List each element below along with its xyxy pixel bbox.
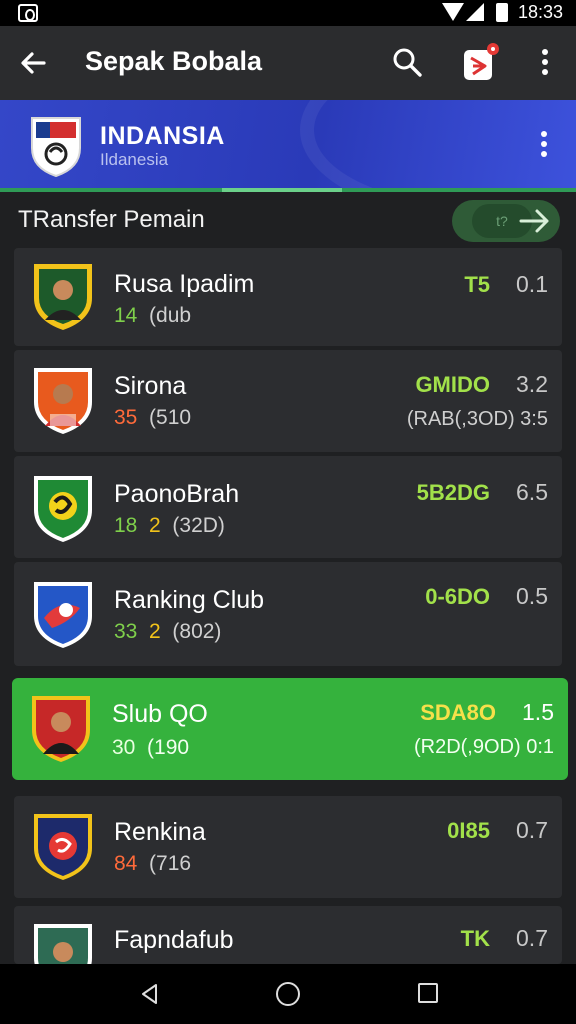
player-name: Slub QO [112,700,208,728]
nav-home-icon[interactable] [276,982,300,1006]
club-name: INDANSIA [100,122,225,150]
player-code: 5B2DG [416,480,490,505]
player-rating: 0.7 [516,817,548,843]
player-name: PaonoBrah [114,480,240,508]
player-name: Ranking Club [114,586,265,614]
club-crest-icon [31,117,81,178]
player-stats: 84 (716 [114,852,192,875]
player-stats: 18 2 (32D) [114,514,225,537]
player-stats: 35 (510 [114,406,192,429]
player-stats: 30 (190 [112,736,190,759]
player-crest-icon [34,264,92,330]
player-card-selected[interactable]: Slub QO 30 (190 SDA8O 1.5 (R2D(,9OD) 0:1 [12,678,568,780]
player-name: Renkina [114,818,206,846]
player-name: Sirona [114,372,187,400]
player-code: T5 [464,272,490,297]
status-bar: 18:33 [0,0,576,26]
app-title: Sepak Bobala [85,46,263,76]
player-rating: 1.5 [522,699,554,725]
search-icon[interactable] [390,45,424,79]
player-card[interactable]: PaonoBrah 18 2 (32D) 5B2DG 6.5 [14,456,562,558]
club-banner[interactable]: INDANSIA Ildanesia [0,100,576,192]
more-options-icon[interactable] [530,46,560,80]
player-rating: 3.2 [516,371,548,397]
player-transfer-detail: (R2D(,9OD) 0:1 [413,736,554,758]
wifi-icon [442,3,464,21]
player-card[interactable]: Sirona 35 (510 GMIDO 3.2 (RAB(,3OD) 3:5 [14,350,562,452]
nav-recents-icon[interactable] [418,983,438,1003]
player-stats: 14 (dub [114,304,192,327]
player-name: Fapndafub [114,926,234,954]
back-arrow-icon[interactable] [16,46,50,80]
player-code: GMIDO [415,372,490,397]
player-crest-icon [34,368,92,434]
system-nav-bar [0,964,576,1024]
player-crest-icon [34,814,92,880]
player-card[interactable]: Renkina 84 (716 0I85 0.7 [14,796,562,898]
player-stats: 33 2 (802) [114,620,222,643]
player-crest-icon [34,924,92,964]
nav-back-icon[interactable] [138,982,162,1006]
player-card[interactable]: Fapndafub TK 0.7 [14,906,562,964]
player-code: SDA8O [420,700,496,725]
screenshot-notification-icon [18,4,38,22]
player-crest-icon [34,582,92,648]
arrow-right-icon [519,209,549,233]
tab-indicator [222,188,342,192]
player-name: Rusa Ipadim [114,270,255,298]
notifications-share-icon[interactable] [460,40,500,84]
transfer-toggle[interactable]: t? [452,200,560,242]
player-code: 0I85 [447,818,490,843]
player-rating: 0.7 [516,925,548,951]
app-bar: Sepak Bobala [0,26,576,100]
status-time: 18:33 [518,2,564,22]
club-country: Ildanesia [100,150,169,169]
player-crest-icon [34,476,92,542]
player-rating: 0.1 [516,271,548,297]
club-more-icon[interactable] [530,128,558,162]
cell-signal-icon [466,3,484,21]
player-rating: 6.5 [516,479,548,505]
player-code: TK [460,926,490,951]
player-crest-icon [32,696,90,762]
player-card[interactable]: Rusa Ipadim 14 (dub T5 0.1 [14,248,562,346]
section-title: TRansfer Pemain [18,206,205,233]
player-code: 0-6DO [425,584,490,609]
player-transfer-detail: (RAB(,3OD) 3:5 [406,408,548,430]
battery-icon [496,3,508,22]
player-rating: 0.5 [516,583,548,609]
player-card[interactable]: Ranking Club 33 2 (802) 0-6DO 0.5 [14,562,562,666]
